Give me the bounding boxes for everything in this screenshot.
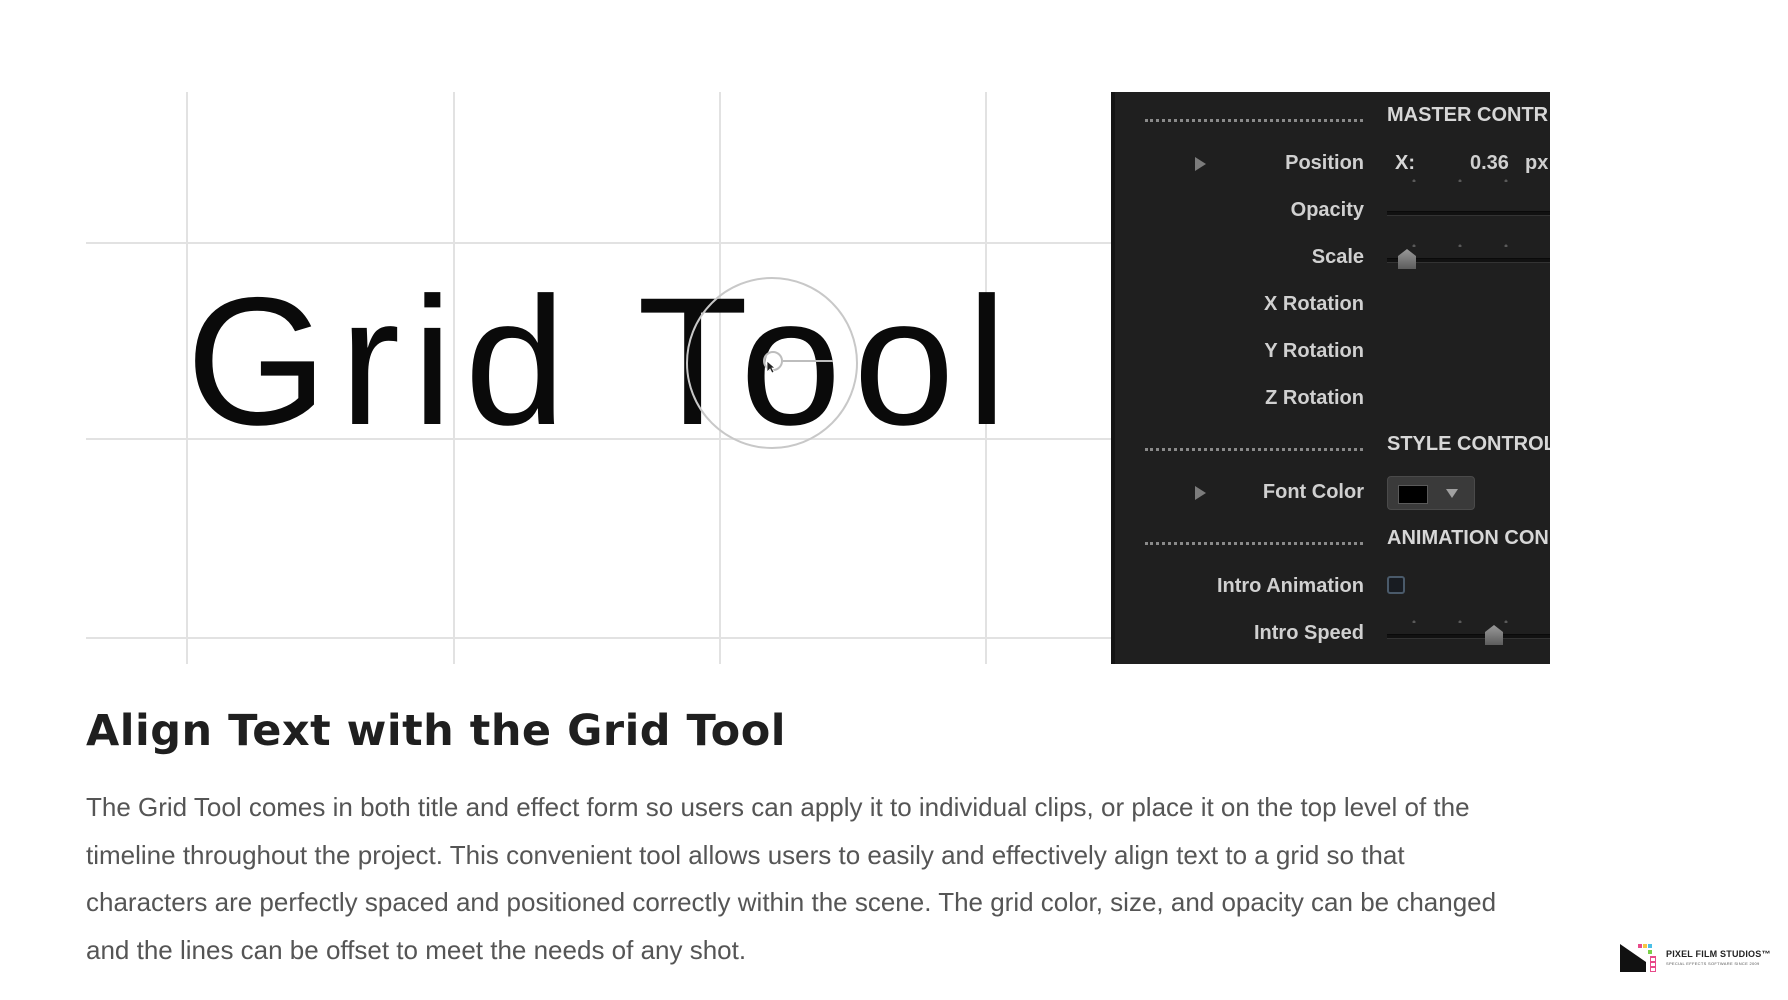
x-rotation-row[interactable]: X Rotation [1115, 284, 1550, 324]
chevron-down-icon[interactable] [1446, 489, 1458, 498]
film-strip-logo-icon [1620, 944, 1656, 972]
section-title: MASTER CONTR [1387, 104, 1549, 126]
section-title: STYLE CONTROL [1387, 433, 1550, 455]
master-controls-header: MASTER CONTR [1115, 96, 1550, 136]
grid-preview-canvas: Grid Tool [86, 92, 1111, 664]
property-label: Intro Animation [1216, 575, 1364, 597]
section-divider [1145, 119, 1363, 122]
position-axis-label: X: [1395, 152, 1415, 174]
slider-ticks [1391, 179, 1550, 182]
property-label: Y Rotation [1264, 340, 1364, 362]
slider-ticks [1391, 620, 1550, 623]
grid-line-horizontal [86, 242, 1111, 244]
slider-ticks [1391, 244, 1550, 247]
logo-tagline: SPECIAL EFFECTS SOFTWARE SINCE 2009 [1666, 961, 1760, 966]
description-line: The Grid Tool comes in both title and ef… [86, 792, 1470, 822]
disclosure-triangle-icon[interactable] [1195, 157, 1206, 171]
intro-animation-row[interactable]: Intro Animation [1115, 566, 1550, 606]
property-label: Z Rotation [1265, 387, 1364, 409]
pointer-cursor-icon [766, 360, 776, 374]
y-rotation-row[interactable]: Y Rotation [1115, 331, 1550, 371]
scale-row[interactable]: Scale [1115, 237, 1550, 277]
pixel-film-studios-logo: PIXEL FILM STUDIOS™ SPECIAL EFFECTS SOFT… [1620, 942, 1788, 974]
intro-speed-slider[interactable] [1387, 634, 1550, 639]
property-label: Intro Speed [1253, 622, 1364, 644]
property-label: X Rotation [1264, 293, 1364, 315]
color-swatch[interactable] [1398, 485, 1428, 504]
font-color-row[interactable]: Font Color [1115, 472, 1550, 512]
section-divider [1145, 448, 1363, 451]
font-color-picker[interactable] [1387, 476, 1475, 510]
position-unit: px [1525, 152, 1549, 174]
intro-speed-slider-knob[interactable] [1485, 625, 1503, 645]
animation-controls-header: ANIMATION CON [1115, 519, 1550, 559]
property-label: Scale [1311, 246, 1364, 268]
description-line: and the lines can be offset to meet the … [86, 934, 747, 965]
style-controls-header: STYLE CONTROL [1115, 425, 1550, 465]
section-divider [1145, 542, 1363, 545]
z-rotation-row[interactable]: Z Rotation [1115, 378, 1550, 418]
scale-slider-knob[interactable] [1398, 249, 1416, 269]
rotation-handle-arm[interactable] [783, 360, 833, 362]
description-line: characters are perfectly spaced and posi… [86, 887, 1497, 917]
disclosure-triangle-icon[interactable] [1195, 486, 1206, 500]
demo-title-text: Grid Tool [186, 259, 1019, 463]
inspector-panel: MASTER CONTR Position X: 0.36 px Opacity… [1111, 92, 1550, 664]
position-row[interactable]: Position X: 0.36 px [1115, 143, 1550, 183]
property-label: Position [1285, 152, 1364, 174]
opacity-row[interactable]: Opacity [1115, 190, 1550, 230]
opacity-slider[interactable] [1387, 211, 1550, 216]
section-title: ANIMATION CON [1387, 527, 1549, 549]
feature-description: The Grid Tool comes in both title and ef… [86, 784, 1586, 974]
position-x-value[interactable]: 0.36 [1470, 152, 1509, 175]
description-line: timeline throughout the project. This co… [86, 839, 1405, 870]
logo-name: PIXEL FILM STUDIOS™ [1666, 949, 1771, 959]
property-label: Font Color [1262, 481, 1364, 503]
intro-speed-row[interactable]: Intro Speed [1115, 613, 1550, 653]
property-label: Opacity [1290, 199, 1364, 221]
feature-headline: Align Text with the Grid Tool [86, 706, 787, 756]
intro-animation-checkbox[interactable] [1387, 576, 1405, 594]
grid-line-horizontal [86, 637, 1111, 639]
